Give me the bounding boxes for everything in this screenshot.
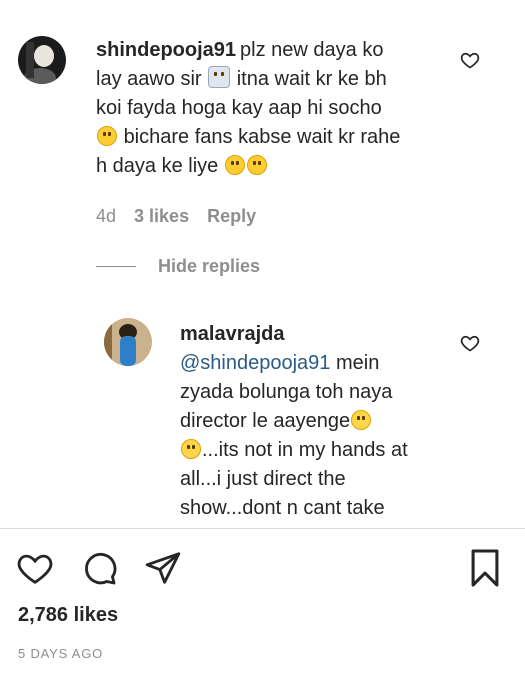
section-divider — [0, 528, 525, 529]
reply-text-line: show...dont n cant take — [180, 497, 385, 519]
comment-text-line: h daya ke liye — [96, 155, 219, 177]
post-likes-count[interactable]: 2,786 likes — [18, 604, 118, 627]
avatar[interactable] — [18, 36, 66, 84]
comment-body: shindepooja91 plz new daya ko lay aawo si… — [96, 36, 436, 181]
reply-button[interactable]: Reply — [207, 206, 256, 226]
comment-text-line: lay aawo sir — [96, 68, 202, 90]
comment-time[interactable]: 4d — [96, 206, 116, 226]
grin-emoji-icon — [181, 439, 201, 459]
reply-text-line: zyada bolunga toh naya — [180, 381, 393, 403]
comment-meta: 4d 3 likes Reply — [96, 206, 274, 227]
hide-replies-button[interactable]: Hide replies — [158, 256, 260, 277]
comment-username[interactable]: shindepooja91 — [96, 39, 236, 61]
reply-text-line: mein — [335, 352, 380, 374]
hide-replies-row[interactable]: Hide replies — [96, 256, 260, 277]
worried-emoji-icon — [224, 155, 245, 175]
comment-likes-count[interactable]: 3 likes — [134, 206, 189, 226]
like-comment-heart-icon[interactable] — [460, 50, 480, 70]
reply-username[interactable]: malavrajda — [180, 323, 285, 345]
bookmark-icon[interactable] — [468, 547, 502, 589]
like-reply-heart-icon[interactable] — [460, 333, 480, 353]
mention-link[interactable]: @shindepooja91 — [180, 352, 330, 374]
reply-text-line: director le aayenge — [180, 410, 351, 432]
worried-emoji-icon — [246, 155, 267, 175]
comment-text-line: itna wait kr ke bh — [236, 68, 387, 90]
share-icon[interactable] — [144, 549, 182, 587]
worried-emoji-icon — [97, 126, 117, 146]
post-date: 5 DAYS AGO — [18, 646, 104, 661]
divider-line — [96, 266, 136, 267]
grin-emoji-icon — [351, 410, 372, 430]
face-emoji-icon — [208, 66, 231, 88]
comment-text-line: koi fayda hoga kay aap hi socho — [96, 97, 382, 119]
comment-text-line: plz new daya ko — [240, 39, 384, 61]
heart-icon[interactable] — [16, 549, 54, 587]
comment-text-line: bichare fans kabse wait kr rahe — [123, 126, 401, 148]
reply-body: malavrajda @shindepooja91 mein zyada bol… — [180, 320, 450, 523]
reply-text-line: all...i just direct the — [180, 468, 346, 490]
comment-icon[interactable] — [80, 549, 118, 587]
reply-text-line: ...its not in my hands at — [202, 439, 408, 461]
avatar[interactable] — [104, 318, 152, 366]
